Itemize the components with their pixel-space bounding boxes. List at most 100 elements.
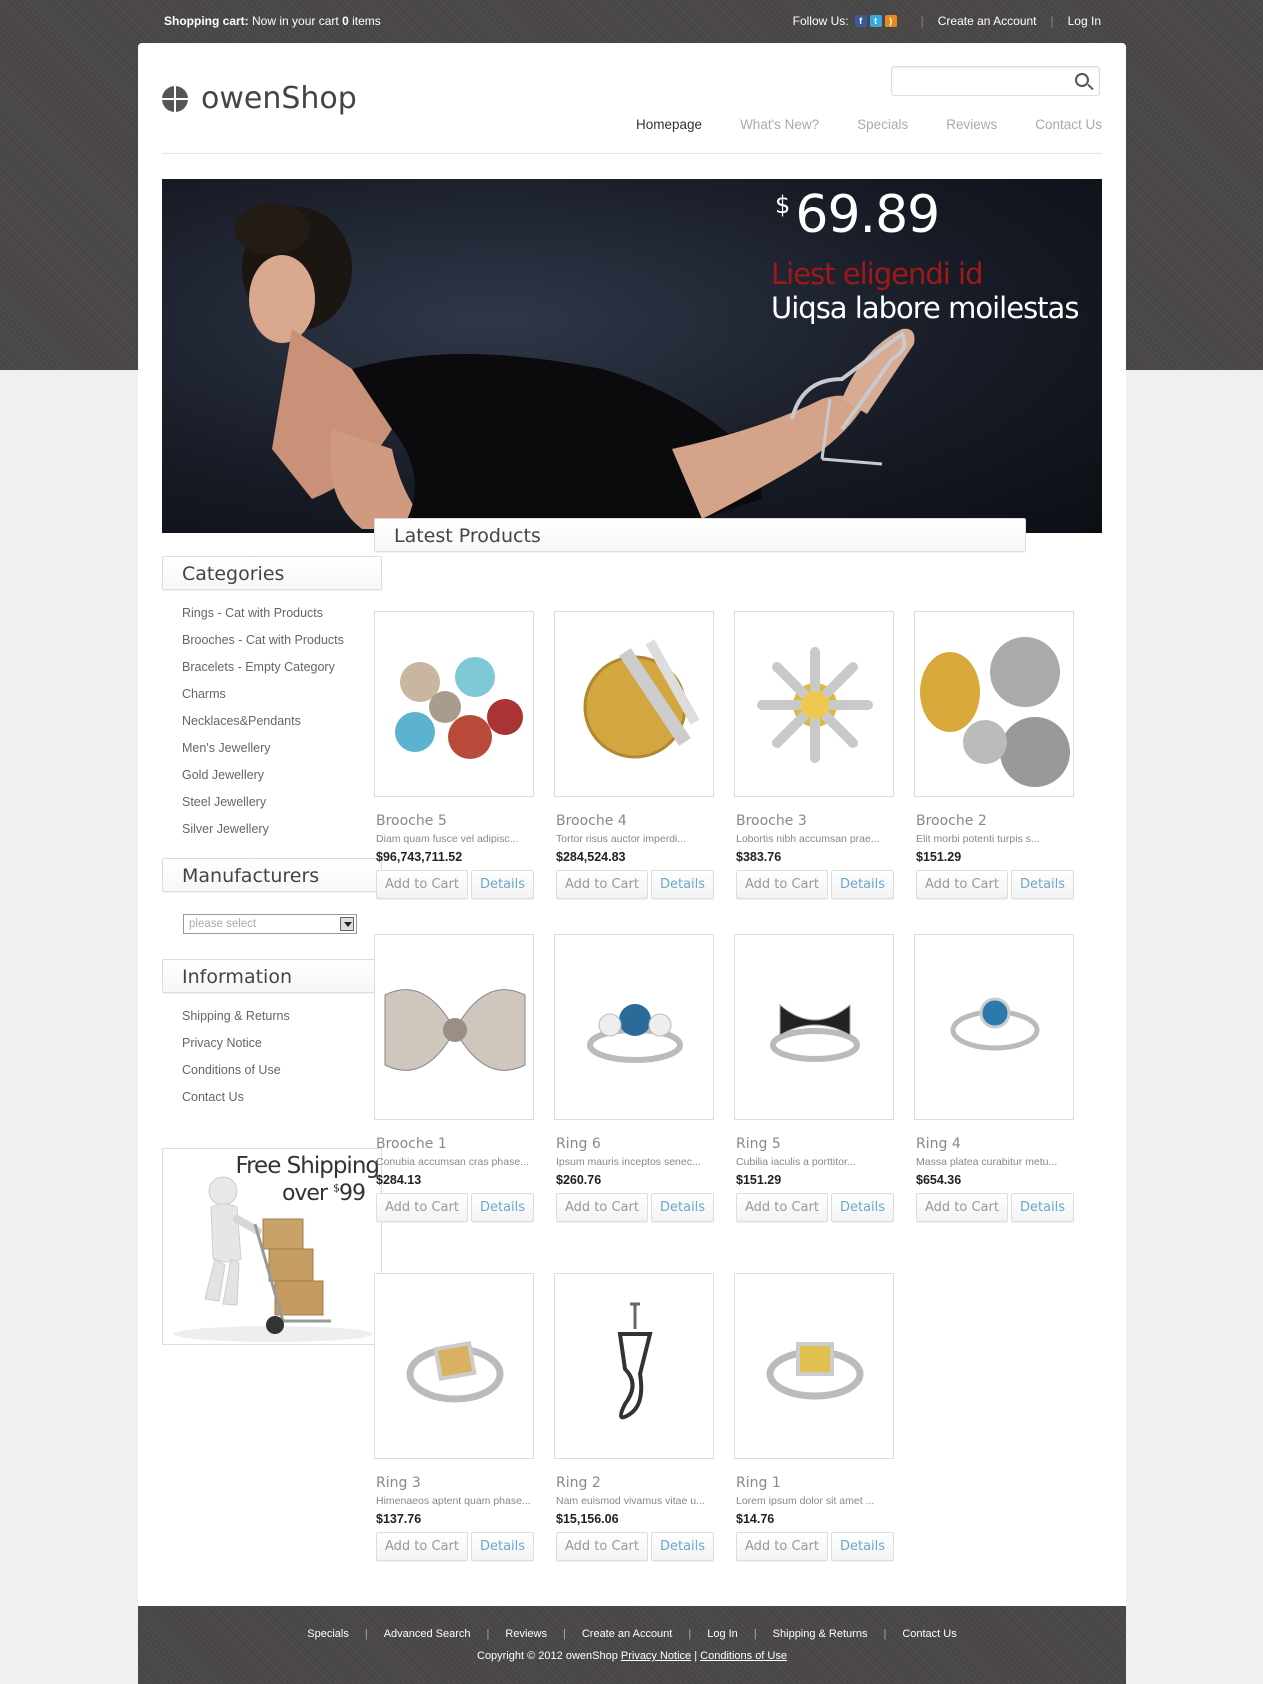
product-name[interactable]: Ring 1 xyxy=(734,1475,904,1491)
banner-line-1: Liest eligendi id xyxy=(771,257,983,291)
category-link[interactable]: Rings - Cat with Products xyxy=(182,600,344,627)
details-button[interactable]: Details xyxy=(830,1532,895,1561)
product-name[interactable]: Brooche 3 xyxy=(734,813,904,829)
footer-privacy-link[interactable]: Privacy Notice xyxy=(621,1650,691,1662)
login-link[interactable]: Log In xyxy=(1068,14,1101,28)
product-image[interactable] xyxy=(554,1273,714,1459)
info-link[interactable]: Privacy Notice xyxy=(182,1030,290,1057)
details-button[interactable]: Details xyxy=(1010,870,1075,899)
footer-link-create-account[interactable]: Create an Account xyxy=(582,1628,673,1640)
product-card: Brooche 1 Conubia accumsan cras phase... $… xyxy=(374,934,544,1222)
product-image[interactable] xyxy=(734,1273,894,1459)
product-image[interactable] xyxy=(554,934,714,1120)
nav-whats-new[interactable]: What's New? xyxy=(740,117,819,132)
details-button[interactable]: Details xyxy=(1010,1193,1075,1222)
add-to-cart-button[interactable]: Add to Cart xyxy=(556,1193,648,1222)
add-to-cart-button[interactable]: Add to Cart xyxy=(916,1193,1008,1222)
create-account-link[interactable]: Create an Account xyxy=(938,14,1037,28)
twitter-icon[interactable]: t xyxy=(869,15,882,27)
search-input[interactable] xyxy=(892,67,1062,95)
product-description: Conubia accumsan cras phase... xyxy=(376,1156,529,1168)
product-name[interactable]: Ring 3 xyxy=(374,1475,544,1491)
rss-icon[interactable]: ) xyxy=(884,15,897,27)
product-name[interactable]: Brooche 2 xyxy=(914,813,1084,829)
product-actions: Add to Cart Details xyxy=(734,870,904,899)
product-image[interactable] xyxy=(914,611,1074,797)
product-name[interactable]: Ring 6 xyxy=(554,1136,724,1152)
product-image[interactable] xyxy=(374,1273,534,1459)
logo[interactable]: owenShop xyxy=(162,81,357,116)
product-image[interactable] xyxy=(734,934,894,1120)
category-link[interactable]: Men's Jewellery xyxy=(182,735,344,762)
facebook-icon[interactable]: f xyxy=(854,15,867,27)
category-link[interactable]: Silver Jewellery xyxy=(182,816,344,843)
footer-link-specials[interactable]: Specials xyxy=(307,1628,349,1640)
info-link[interactable]: Contact Us xyxy=(182,1084,290,1111)
add-to-cart-button[interactable]: Add to Cart xyxy=(736,870,828,899)
banner-price: $ 69.89 xyxy=(775,185,940,245)
chevron-down-icon[interactable] xyxy=(340,917,354,931)
product-name[interactable]: Ring 4 xyxy=(914,1136,1084,1152)
details-button[interactable]: Details xyxy=(830,1193,895,1222)
add-to-cart-button[interactable]: Add to Cart xyxy=(916,870,1008,899)
search-icon[interactable] xyxy=(1075,73,1089,87)
manufacturer-select[interactable]: please select xyxy=(183,914,357,934)
cart-label: Shopping cart: xyxy=(164,14,249,28)
nav-homepage[interactable]: Homepage xyxy=(636,117,702,132)
footer-link-contact-us[interactable]: Contact Us xyxy=(902,1628,956,1640)
cart-count: 0 xyxy=(342,14,349,28)
footer-conditions-link[interactable]: Conditions of Use xyxy=(700,1650,787,1662)
footer-link-shipping-returns[interactable]: Shipping & Returns xyxy=(773,1628,868,1640)
product-name[interactable]: Ring 5 xyxy=(734,1136,904,1152)
footer-link-login[interactable]: Log In xyxy=(707,1628,738,1640)
free-shipping-promo[interactable]: Free Shipping over $99 xyxy=(162,1148,382,1345)
details-button[interactable]: Details xyxy=(470,1532,535,1561)
info-link[interactable]: Conditions of Use xyxy=(182,1057,290,1084)
add-to-cart-button[interactable]: Add to Cart xyxy=(376,870,468,899)
product-image[interactable] xyxy=(914,934,1074,1120)
manufacturers-header: Manufacturers xyxy=(162,858,382,892)
nav-specials[interactable]: Specials xyxy=(857,117,908,132)
add-to-cart-button[interactable]: Add to Cart xyxy=(556,1532,648,1561)
manufacturer-select-value: please select xyxy=(189,918,257,930)
add-to-cart-button[interactable]: Add to Cart xyxy=(376,1532,468,1561)
add-to-cart-button[interactable]: Add to Cart xyxy=(736,1193,828,1222)
add-to-cart-button[interactable]: Add to Cart xyxy=(556,870,648,899)
details-button[interactable]: Details xyxy=(830,870,895,899)
details-button[interactable]: Details xyxy=(470,870,535,899)
add-to-cart-button[interactable]: Add to Cart xyxy=(736,1532,828,1561)
category-link[interactable]: Necklaces&Pendants xyxy=(182,708,344,735)
hero-banner[interactable]: $ 69.89 Liest eligendi id Uiqsa labore m… xyxy=(162,179,1102,533)
details-button[interactable]: Details xyxy=(650,1532,715,1561)
nav-reviews[interactable]: Reviews xyxy=(946,117,997,132)
product-image[interactable] xyxy=(374,611,534,797)
product-image[interactable] xyxy=(374,934,534,1120)
footer-link-advanced-search[interactable]: Advanced Search xyxy=(384,1628,471,1640)
info-link[interactable]: Shipping & Returns xyxy=(182,1003,290,1030)
details-button[interactable]: Details xyxy=(650,870,715,899)
nav-contact-us[interactable]: Contact Us xyxy=(1035,117,1102,132)
product-name[interactable]: Brooche 4 xyxy=(554,813,724,829)
divider: | xyxy=(1050,14,1054,28)
product-card: Ring 3 Himenaeos aptent quam phase... $137… xyxy=(374,1273,544,1561)
category-link[interactable]: Charms xyxy=(182,681,344,708)
cart-summary[interactable]: Shopping cart: Now in your cart 0 items xyxy=(164,14,381,28)
footer-link-reviews[interactable]: Reviews xyxy=(505,1628,547,1640)
product-card: Brooche 4 Tortor risus auctor imperdi... $… xyxy=(554,611,724,899)
category-link[interactable]: Steel Jewellery xyxy=(182,789,344,816)
category-link[interactable]: Brooches - Cat with Products xyxy=(182,627,344,654)
product-image[interactable] xyxy=(734,611,894,797)
divider: | xyxy=(364,1628,368,1640)
category-link[interactable]: Gold Jewellery xyxy=(182,762,344,789)
product-name[interactable]: Ring 2 xyxy=(554,1475,724,1491)
add-to-cart-button[interactable]: Add to Cart xyxy=(376,1193,468,1222)
footer-copyright: Copyright © 2012 owenShop Privacy Notice… xyxy=(138,1650,1126,1662)
product-image[interactable] xyxy=(554,611,714,797)
product-actions: Add to Cart Details xyxy=(734,1193,904,1222)
product-name[interactable]: Brooche 1 xyxy=(374,1136,544,1152)
details-button[interactable]: Details xyxy=(650,1193,715,1222)
details-button[interactable]: Details xyxy=(470,1193,535,1222)
information-header: Information xyxy=(162,959,382,993)
category-link[interactable]: Bracelets - Empty Category xyxy=(182,654,344,681)
product-name[interactable]: Brooche 5 xyxy=(374,813,544,829)
